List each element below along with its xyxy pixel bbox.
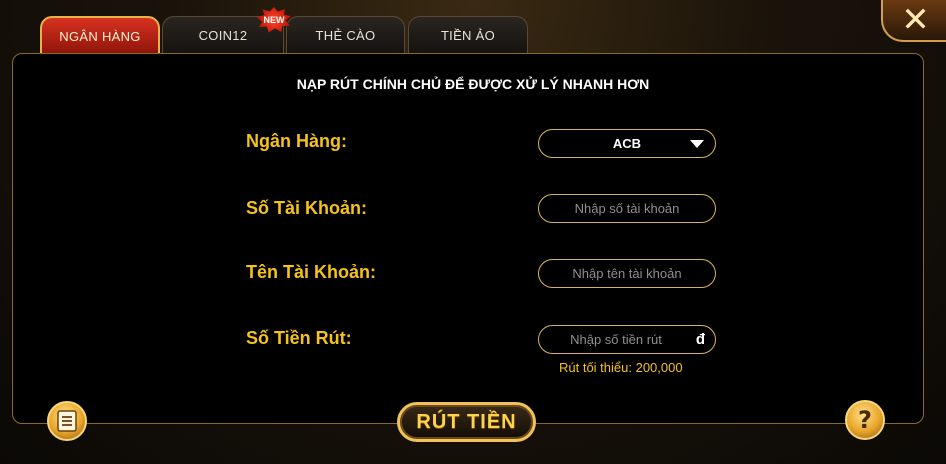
close-button[interactable]: ✕ [881, 0, 946, 42]
account-number-input[interactable]: Nhập số tài khoản [538, 194, 716, 223]
tab-card-label: THẺ CÀO [315, 28, 376, 43]
history-button[interactable] [47, 401, 87, 441]
bank-select[interactable]: ACB [538, 129, 716, 158]
tab-bank[interactable]: NGÂN HÀNG [40, 16, 160, 54]
amount-input[interactable]: Nhập số tiền rút đ [538, 325, 716, 354]
account-name-input[interactable]: Nhập tên tài khoản [538, 259, 716, 288]
close-icon: ✕ [901, 0, 930, 40]
document-icon [57, 410, 77, 432]
help-button[interactable]: ? [845, 400, 885, 440]
account-name-label: Tên Tài Khoản: [246, 262, 376, 282]
bank-select-value: ACB [612, 136, 642, 151]
amount-placeholder: Nhập số tiền rút [570, 332, 662, 347]
tab-crypto[interactable]: TIỀN ẢO [408, 16, 528, 54]
account-number-placeholder: Nhập số tài khoản [574, 201, 680, 216]
headline: NẠP RÚT CHÍNH CHỦ ĐỂ ĐƯỢC XỬ LÝ NHANH HƠ… [296, 76, 650, 92]
account-number-label: Số Tài Khoản: [246, 198, 367, 218]
withdraw-button-label: RÚT TIỀN [416, 410, 517, 433]
bank-label: Ngân Hàng: [246, 131, 347, 151]
form-panel [12, 53, 924, 424]
amount-label: Số Tiền Rút: [246, 328, 352, 348]
tab-bank-label: NGÂN HÀNG [59, 28, 141, 44]
account-name-placeholder: Nhập tên tài khoản [572, 266, 682, 281]
chevron-down-icon [690, 140, 704, 148]
tab-coin12-label: COIN12 [198, 28, 248, 43]
min-withdraw-hint: Rút tối thiểu: 200,000 [559, 360, 683, 375]
currency-symbol: đ [695, 331, 705, 348]
tab-crypto-label: TIỀN ẢO [440, 28, 496, 43]
question-icon: ? [858, 406, 872, 434]
withdraw-button[interactable]: RÚT TIỀN [397, 402, 536, 442]
tab-card[interactable]: THẺ CÀO [286, 16, 405, 54]
